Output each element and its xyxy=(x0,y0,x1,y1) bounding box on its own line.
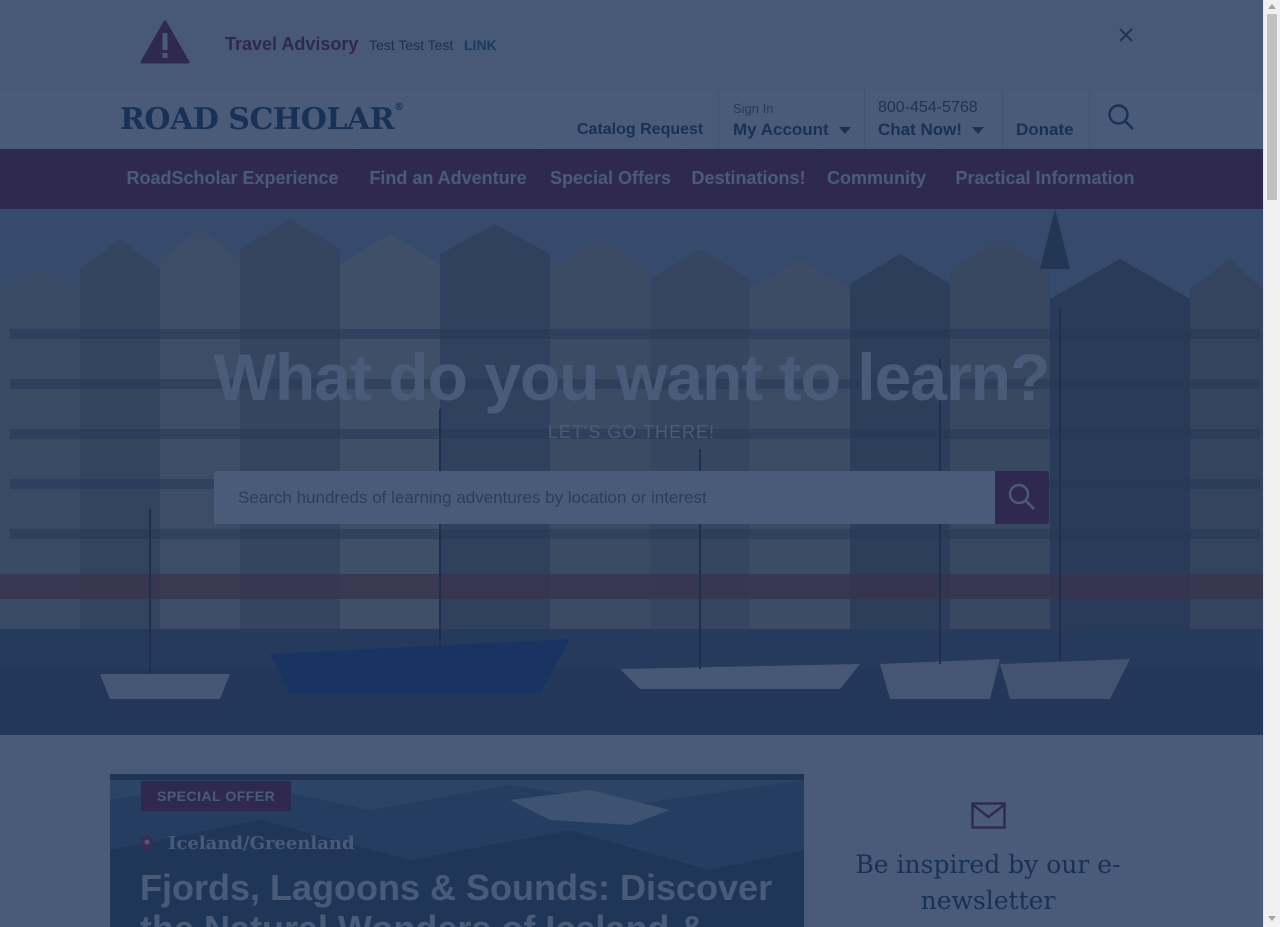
donate-link[interactable]: Donate xyxy=(1016,120,1074,140)
my-account-dropdown[interactable]: My Account xyxy=(733,120,851,140)
nav-practical-information[interactable]: Practical Information xyxy=(937,149,1153,209)
chevron-down-icon xyxy=(972,127,985,135)
header-divider xyxy=(1089,90,1090,149)
vertical-scrollbar[interactable] xyxy=(1263,0,1280,927)
scroll-up-arrow-icon[interactable] xyxy=(1268,4,1276,9)
hero-search-field[interactable] xyxy=(214,471,995,524)
nav-roadscholar-experience[interactable]: RoadScholar Experience xyxy=(110,149,355,209)
hero-title: What do you want to learn? xyxy=(213,340,1051,414)
nav-find-an-adventure[interactable]: Find an Adventure xyxy=(356,149,540,209)
header-divider xyxy=(718,90,719,149)
warning-icon xyxy=(140,20,190,64)
featured-section: SPECIAL OFFER Iceland/Greenland Fjords, … xyxy=(0,735,1263,927)
scrollbar-thumb[interactable] xyxy=(1267,14,1277,200)
advisory-title: Travel Advisory xyxy=(225,34,359,54)
hero-banner: What do you want to learn? LET'S GO THER… xyxy=(0,209,1263,735)
phone-number[interactable]: 800-454-5768 xyxy=(878,99,978,117)
sign-in-label[interactable]: Sign In xyxy=(733,101,773,116)
chat-now-label: Chat Now! xyxy=(878,120,963,139)
catalog-request-link[interactable]: Catalog Request xyxy=(577,121,703,139)
header-divider xyxy=(1002,90,1003,149)
road-scholar-logo[interactable]: ROAD SCHOLAR® xyxy=(120,102,404,137)
travel-advisory-bar: Travel Advisory Test Test Test LINK xyxy=(0,0,1263,90)
advisory-link[interactable]: LINK xyxy=(464,37,497,53)
header-divider xyxy=(864,90,865,149)
program-location: Iceland/Greenland xyxy=(168,833,355,854)
chevron-down-icon xyxy=(838,127,851,135)
site-header: ROAD SCHOLAR® Catalog Request Sign In My… xyxy=(0,90,1263,149)
nav-destinations[interactable]: Destinations! xyxy=(681,149,816,209)
scroll-down-arrow-icon[interactable] xyxy=(1268,916,1276,921)
advisory-text: Test Test Test xyxy=(369,37,454,53)
special-offer-badge: SPECIAL OFFER xyxy=(141,781,292,811)
map-pin-icon xyxy=(141,836,153,852)
program-title[interactable]: Fjords, Lagoons & Sounds: Discover the N… xyxy=(140,867,780,927)
hero-search-input[interactable] xyxy=(214,471,995,524)
search-icon[interactable] xyxy=(1107,103,1135,131)
chat-now-dropdown[interactable]: Chat Now! xyxy=(878,120,985,140)
nav-community[interactable]: Community xyxy=(817,149,936,209)
my-account-label: My Account xyxy=(733,120,829,139)
logo-text: ROAD SCHOLAR xyxy=(120,102,395,137)
search-icon xyxy=(1008,483,1035,510)
envelope-icon xyxy=(971,802,1006,829)
nav-special-offers[interactable]: Special Offers xyxy=(541,149,680,209)
close-icon[interactable] xyxy=(1115,24,1137,46)
main-navigation: RoadScholar Experience Find an Adventure… xyxy=(0,149,1263,209)
page: Travel Advisory Test Test Test LINK ROAD… xyxy=(0,0,1263,927)
newsletter-heading[interactable]: Be inspired by our e-newsletter xyxy=(850,847,1126,919)
hero-search-button[interactable] xyxy=(995,471,1049,524)
logo-trademark: ® xyxy=(394,102,404,113)
hero-subtitle: LET'S GO THERE! xyxy=(547,422,716,442)
